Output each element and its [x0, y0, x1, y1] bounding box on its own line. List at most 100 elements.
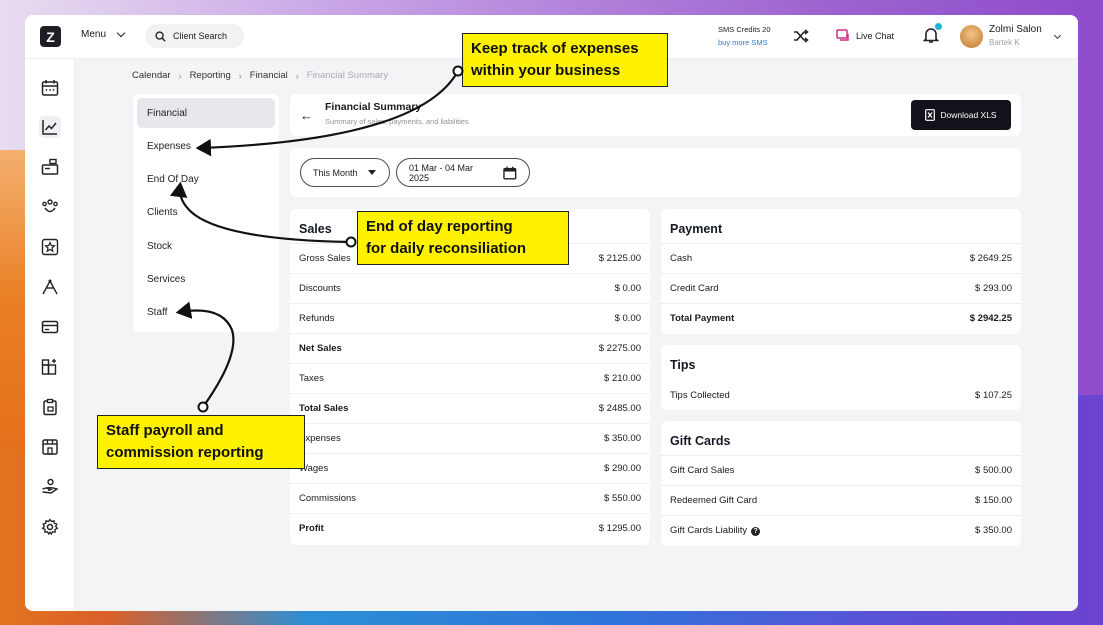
client-search-label: Client Search	[173, 31, 228, 41]
payment-title: Payment	[670, 222, 723, 236]
subnav-item-financial[interactable]: Financial	[137, 98, 275, 128]
callout-line: within your business	[471, 62, 621, 79]
table-row: Redeemed Gift Card $ 150.00	[661, 485, 1021, 515]
table-row: Total Payment $ 2942.25	[661, 303, 1021, 333]
marketing-icon[interactable]	[39, 276, 61, 298]
table-row: Profit $ 1295.00	[290, 513, 650, 543]
gear-icon[interactable]	[39, 516, 61, 538]
sms-credits: SMS Credits 20 buy more SMS	[718, 23, 771, 49]
callout-line: End of day reporting	[366, 218, 513, 235]
payment-card: Payment Cash $ 2649.25 Credit Card $ 293.0…	[661, 209, 1021, 334]
store-icon[interactable]	[39, 436, 61, 458]
row-label: Credit Card	[670, 283, 719, 294]
period-value: This Month	[313, 167, 358, 178]
subnav-item-end-of-day[interactable]: End Of Day	[137, 165, 275, 195]
client-search-button[interactable]: Client Search	[145, 24, 244, 48]
callout-line: Keep track of expenses	[471, 40, 639, 57]
help-icon[interactable]: ?	[751, 527, 761, 536]
tips-card: Tips Tips Collected $ 107.25	[661, 345, 1021, 410]
row-label: Total Sales	[299, 403, 349, 414]
subnav-item-stock[interactable]: Stock	[137, 231, 275, 261]
calendar-icon	[503, 166, 517, 180]
row-label: Cash	[670, 253, 693, 264]
subnav-item-expenses[interactable]: Expenses	[137, 131, 275, 161]
callout-line: commission reporting	[106, 444, 264, 461]
row-label: Taxes	[299, 373, 324, 384]
shuffle-icon[interactable]	[793, 29, 809, 43]
download-xls-label: Download XLS	[940, 110, 997, 120]
table-row: Taxes $ 210.00	[290, 363, 650, 393]
table-row: Total Sales $ 2485.00	[290, 393, 650, 423]
main-content: Calendar › Reporting › Financial › Finan…	[75, 59, 1078, 611]
row-label: Redeemed Gift Card	[670, 495, 758, 506]
hand-coin-icon[interactable]	[39, 476, 61, 498]
row-label: Total Payment	[670, 313, 735, 324]
back-arrow-icon[interactable]: ←	[300, 108, 313, 123]
breadcrumb-current: Financial Summary	[306, 70, 389, 81]
row-value: $ 2942.25	[969, 313, 1012, 324]
loyalty-star-icon[interactable]	[39, 236, 61, 258]
table-row: Gift Card Sales $ 500.00	[661, 455, 1021, 485]
row-value: $ 290.00	[604, 463, 641, 474]
app-window: Z Menu Client Search SMS Credits 20 buy …	[25, 15, 1078, 611]
pos-register-icon[interactable]	[39, 156, 61, 178]
reporting-chart-icon[interactable]	[39, 116, 61, 138]
row-value: $ 2275.00	[598, 343, 641, 354]
row-label: Gift Card Sales	[670, 465, 735, 476]
breadcrumb-financial[interactable]: Financial	[250, 70, 288, 81]
table-row: Refunds $ 0.00	[290, 303, 650, 333]
row-label: Profit	[299, 523, 324, 534]
filter-bar: This Month 01 Mar - 04 Mar 2025	[290, 148, 1021, 197]
row-value: $ 500.00	[975, 465, 1012, 476]
row-label: Net Sales	[299, 343, 342, 354]
row-value: $ 210.00	[604, 373, 641, 384]
team-icon[interactable]	[39, 196, 61, 218]
clipboard-icon[interactable]	[39, 396, 61, 418]
row-value: $ 2649.25	[969, 253, 1012, 264]
menu-label: Menu	[81, 29, 107, 40]
row-value: $ 350.00	[975, 525, 1012, 536]
page-subtitle: Summary of sales, payments, and liabilit…	[325, 117, 469, 126]
download-xls-button[interactable]: Download XLS	[911, 100, 1011, 130]
table-row: Tips Collected $ 107.25	[661, 380, 1021, 410]
avatar[interactable]	[960, 25, 983, 48]
buy-more-sms-link[interactable]: buy more SMS	[718, 36, 771, 49]
chat-icon	[836, 29, 849, 41]
period-select[interactable]: This Month	[300, 158, 390, 187]
row-value: $ 0.00	[614, 283, 641, 294]
chevron-down-icon	[116, 28, 126, 38]
table-row: Commissions $ 550.00	[290, 483, 650, 513]
breadcrumb: Calendar › Reporting › Financial › Finan…	[132, 70, 388, 81]
page-header: ← Financial Summary Summary of sales, pa…	[290, 94, 1021, 136]
subnav-item-clients[interactable]: Clients	[137, 198, 275, 228]
row-label-with-help: Gift Cards Liability?	[670, 525, 761, 536]
table-row: Discounts $ 0.00	[290, 273, 650, 303]
search-icon	[155, 30, 166, 42]
payments-card-icon[interactable]	[39, 316, 61, 338]
breadcrumb-reporting[interactable]: Reporting	[190, 70, 231, 81]
row-label: Gross Sales	[299, 253, 351, 264]
menu-button[interactable]: Menu	[81, 28, 126, 40]
table-row: Expenses $ 350.00	[290, 423, 650, 453]
row-value: $ 293.00	[975, 283, 1012, 294]
calendar-icon[interactable]	[39, 77, 61, 99]
apps-add-icon[interactable]	[39, 356, 61, 378]
live-chat-button[interactable]: Live Chat	[836, 29, 894, 42]
report-subnav: Financial Expenses End Of Day Clients St…	[133, 94, 279, 332]
row-value: $ 0.00	[614, 313, 641, 324]
live-chat-label: Live Chat	[856, 30, 895, 41]
subnav-item-services[interactable]: Services	[137, 264, 275, 294]
subnav-item-staff[interactable]: Staff	[137, 298, 275, 328]
row-value: $ 107.25	[975, 389, 1012, 401]
row-label: Refunds	[299, 313, 335, 324]
caret-down-icon	[367, 170, 376, 175]
app-logo[interactable]: Z	[40, 26, 61, 47]
chevron-down-icon[interactable]	[1053, 31, 1062, 40]
breadcrumb-calendar[interactable]: Calendar	[132, 70, 171, 81]
date-range-picker[interactable]: 01 Mar - 04 Mar 2025	[396, 158, 530, 187]
user-menu[interactable]: Zolmi Salon Bartek K	[989, 23, 1042, 49]
row-value: $ 150.00	[975, 495, 1012, 506]
page-title: Financial Summary	[325, 101, 422, 113]
callout-line: Staff payroll and	[106, 422, 224, 439]
sales-title: Sales	[299, 222, 332, 236]
